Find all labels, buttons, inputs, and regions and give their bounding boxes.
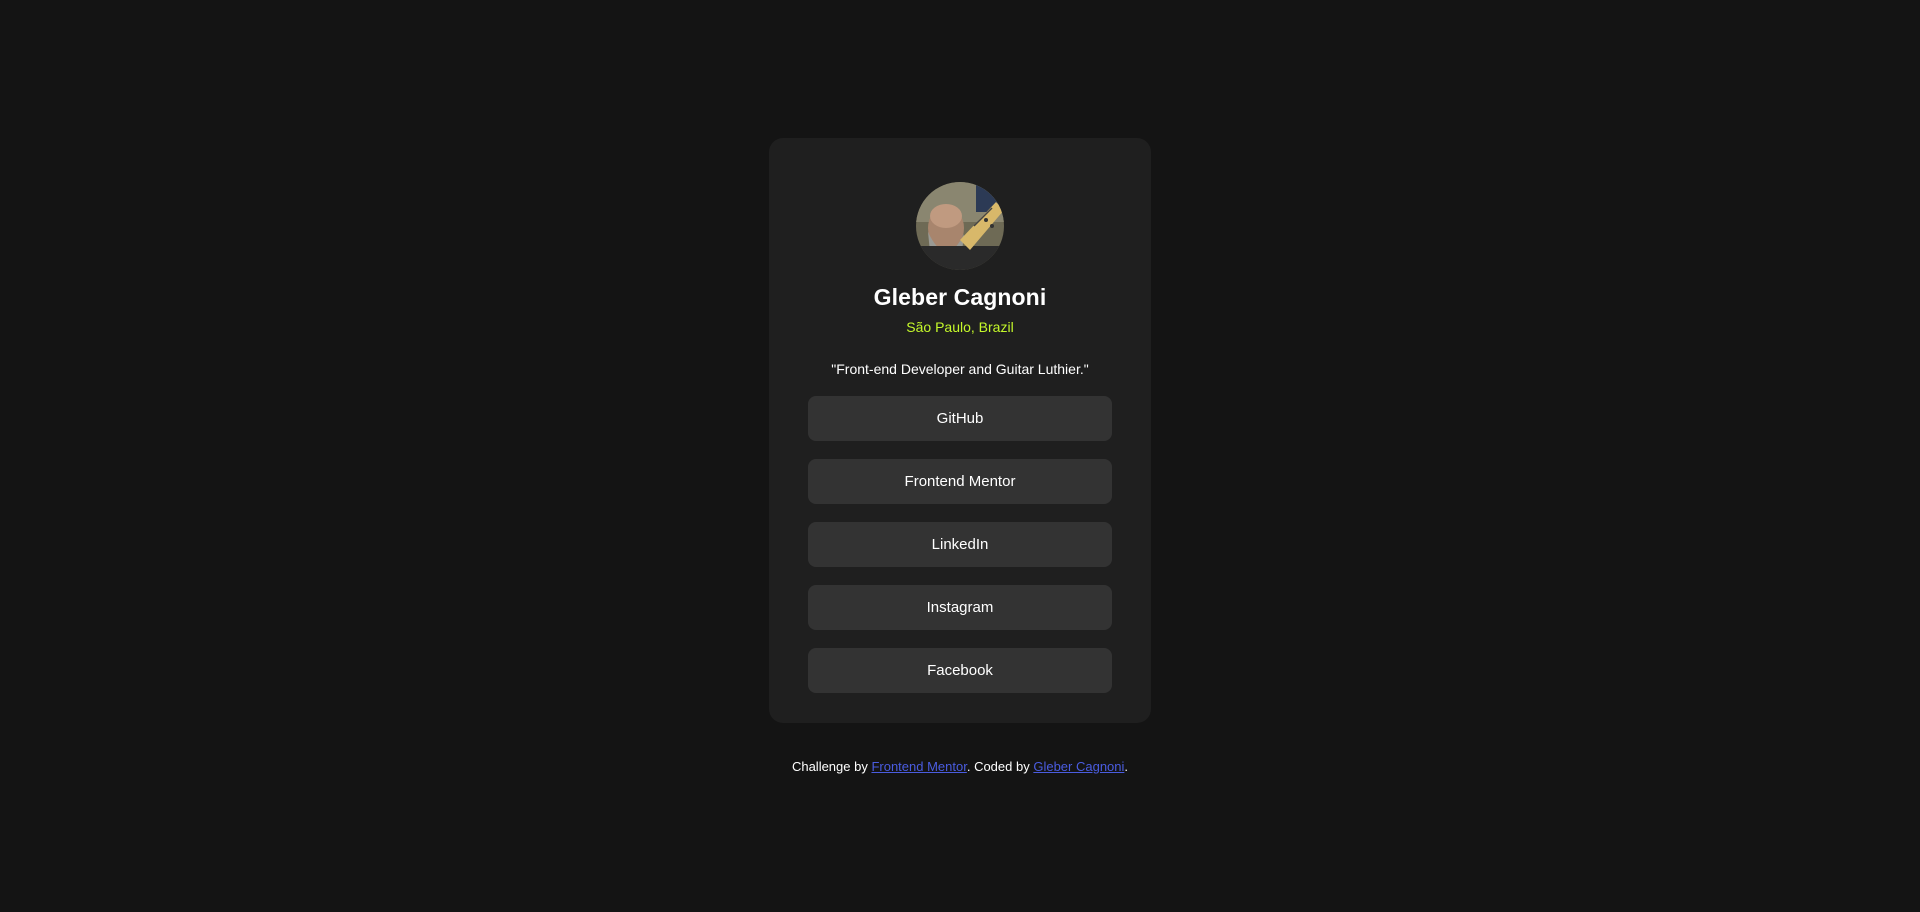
author-link[interactable]: Gleber Cagnoni — [1033, 759, 1124, 774]
attribution-prefix: Challenge by — [791, 759, 872, 774]
frontend-mentor-link-button[interactable]: Frontend Mentor — [808, 459, 1112, 504]
challenge-link[interactable]: Frontend Mentor — [871, 759, 966, 774]
avatar-photo-icon — [916, 182, 1004, 270]
facebook-link-button[interactable]: Facebook — [808, 648, 1112, 693]
profile-name: Gleber Cagnoni — [873, 284, 1047, 310]
attribution-middle: . Coded by — [966, 759, 1034, 774]
profile-bio: "Front-end Developer and Guitar Luthier.… — [831, 361, 1089, 377]
attribution-suffix: . — [1124, 759, 1129, 774]
attribution: Challenge by Frontend Mentor. Coded by G… — [0, 758, 1920, 776]
avatar — [916, 182, 1004, 270]
github-link-button[interactable]: GitHub — [808, 396, 1112, 441]
profile-card: Gleber Cagnoni São Paulo, Brazil "Front-… — [769, 138, 1151, 723]
social-links: GitHub Frontend Mentor LinkedIn Instagra… — [808, 396, 1112, 693]
page: Gleber Cagnoni São Paulo, Brazil "Front-… — [0, 0, 1920, 912]
linkedin-link-button[interactable]: LinkedIn — [808, 522, 1112, 567]
profile-location: São Paulo, Brazil — [906, 319, 1014, 335]
instagram-link-button[interactable]: Instagram — [808, 585, 1112, 630]
